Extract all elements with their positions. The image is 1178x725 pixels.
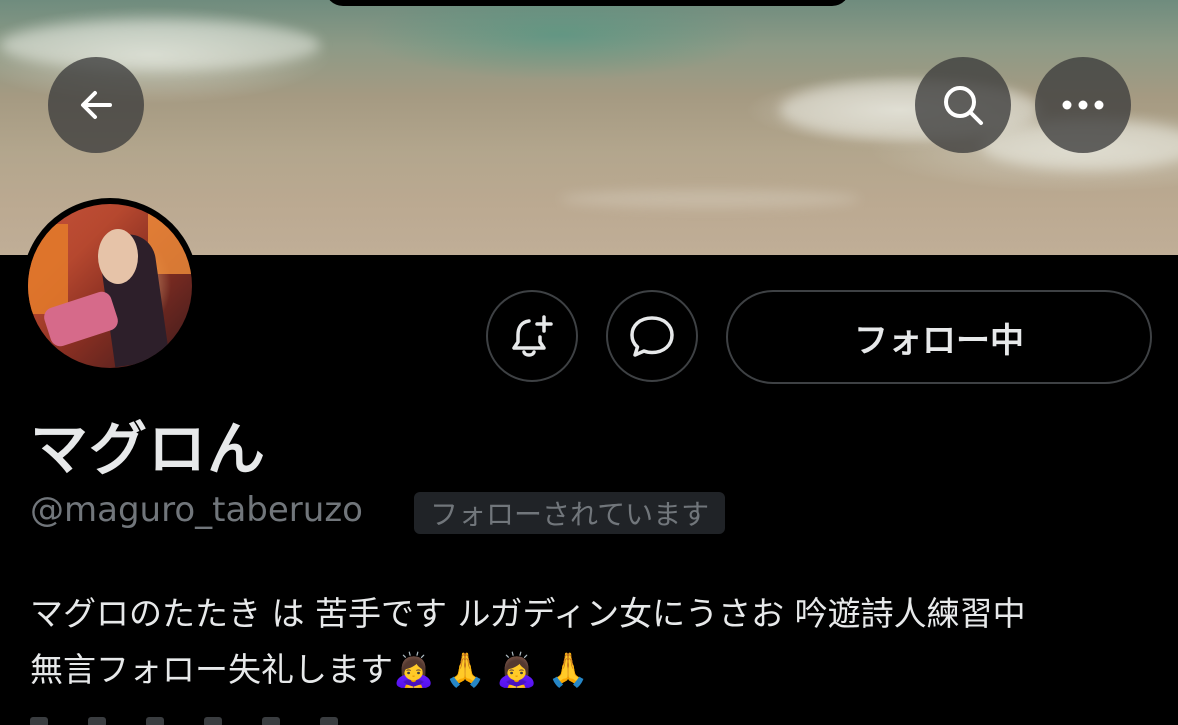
bio-line-1: マグロのたたき は 苦手です ルガディン女にうさお 吟遊詩人練習中	[30, 594, 1026, 633]
back-button[interactable]	[48, 57, 144, 153]
display-name: マグロん	[30, 415, 267, 483]
avatar[interactable]	[22, 198, 198, 374]
search-icon	[944, 86, 983, 125]
bell-plus-icon	[512, 315, 553, 357]
bowing-woman-emoji: 🙇‍♀️	[496, 650, 538, 689]
user-handle: @maguro_taberuzo	[30, 490, 363, 530]
arrow-left-icon	[81, 91, 112, 119]
message-bubble-icon	[630, 316, 674, 357]
more-button[interactable]	[1035, 57, 1131, 153]
following-button[interactable]: フォロー中	[726, 290, 1152, 384]
search-button[interactable]	[915, 57, 1011, 153]
bio-line-2: 無言フォロー失礼します🙇‍♀️ 🙏 🙇‍♀️ 🙏	[30, 642, 1160, 698]
folded-hands-emoji: 🙏	[547, 650, 589, 689]
device-notch	[325, 0, 850, 6]
profile-page: フォロー中 マグロん @maguro_taberuzo フォローされています マ…	[0, 0, 1178, 725]
truncated-next-line	[30, 712, 410, 725]
folded-hands-emoji: 🙏	[444, 650, 486, 689]
more-horizontal-icon	[1062, 100, 1104, 110]
avatar-image	[28, 204, 192, 368]
follows-you-badge: フォローされています	[414, 492, 726, 534]
bio-line-2-text: 無言フォロー失礼します	[30, 650, 393, 689]
message-button[interactable]	[606, 290, 698, 382]
profile-bio: マグロのたたき は 苦手です ルガディン女にうさお 吟遊詩人練習中 無言フォロー…	[30, 586, 1160, 698]
notify-button[interactable]	[486, 290, 578, 382]
bowing-woman-emoji: 🙇‍♀️	[393, 650, 435, 689]
